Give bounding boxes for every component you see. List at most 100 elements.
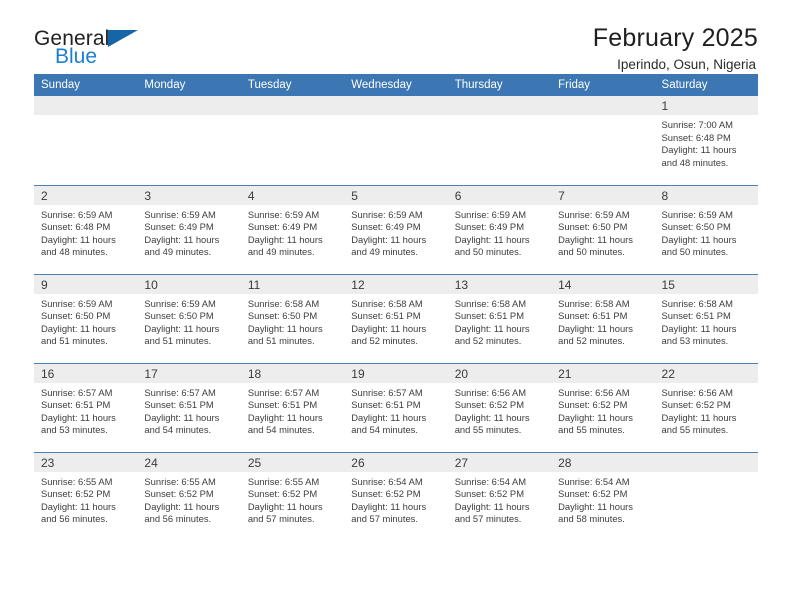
day-number — [447, 96, 552, 115]
calendar-day-cell-empty — [654, 451, 758, 541]
calendar-day-cell[interactable]: 3 Sunrise: 6:59 AM Sunset: 6:49 PM Daylight… — [137, 184, 241, 274]
day-number: 2 — [34, 185, 138, 205]
day-number: 22 — [654, 363, 758, 383]
daylight-duration-line1: Daylight: 11 hours — [558, 500, 633, 512]
day-details: Sunrise: 6:58 AM Sunset: 6:51 PM Daylight:… — [344, 294, 447, 348]
day-details: Sunrise: 6:59 AM Sunset: 6:50 PM Daylight:… — [34, 294, 137, 348]
day-number: 20 — [447, 363, 552, 383]
day-cell-inner — [240, 96, 345, 185]
day-cell-inner: 27 Sunrise: 6:54 AM Sunset: 6:52 PM Dayligh… — [447, 452, 552, 542]
calendar-day-cell-empty — [137, 96, 241, 185]
daylight-duration-line1: Daylight: 11 hours — [454, 322, 530, 334]
calendar-day-cell[interactable]: 15 Sunrise: 6:58 AM Sunset: 6:51 PM Dayligh… — [654, 273, 758, 363]
sunset-time: Sunset: 6:51 PM — [41, 399, 111, 411]
calendar-day-cell[interactable]: 5 Sunrise: 6:59 AM Sunset: 6:49 PM Daylight… — [344, 184, 448, 274]
daylight-duration-line1: Daylight: 11 hours — [144, 411, 220, 423]
day-number — [240, 96, 345, 115]
calendar-day-cell[interactable]: 1 Sunrise: 7:00 AM Sunset: 6:48 PM Daylight… — [654, 96, 758, 185]
calendar-day-cell[interactable]: 21 Sunrise: 6:56 AM Sunset: 6:52 PM Dayligh… — [551, 362, 655, 452]
calendar-day-cell[interactable]: 16 Sunrise: 6:57 AM Sunset: 6:51 PM Dayligh… — [34, 362, 138, 452]
calendar-day-cell[interactable]: 6 Sunrise: 6:59 AM Sunset: 6:49 PM Daylight… — [447, 184, 552, 274]
daylight-duration-line1: Daylight: 11 hours — [41, 500, 116, 512]
day-number: 9 — [34, 274, 138, 294]
weekday-header-row: Sunday Monday Tuesday Wednesday Thursday… — [34, 74, 758, 96]
daylight-duration-line2: and 54 minutes. — [144, 424, 212, 436]
calendar-day-cell-empty — [447, 96, 552, 185]
calendar-day-cell[interactable]: 20 Sunrise: 6:56 AM Sunset: 6:52 PM Dayligh… — [447, 362, 552, 452]
calendar-day-cell[interactable]: 19 Sunrise: 6:57 AM Sunset: 6:51 PM Dayligh… — [344, 362, 448, 452]
day-details: Sunrise: 6:59 AM Sunset: 6:49 PM Daylight:… — [448, 205, 551, 259]
sunrise-time: Sunrise: 7:00 AM — [661, 119, 733, 130]
daylight-duration-line1: Daylight: 11 hours — [247, 322, 323, 334]
day-cell-inner: 4 Sunrise: 6:59 AM Sunset: 6:49 PM Daylight… — [240, 185, 345, 274]
sunset-time: Sunset: 6:50 PM — [558, 221, 628, 233]
sunset-time: Sunset: 6:52 PM — [41, 488, 111, 500]
calendar-day-cell[interactable]: 25 Sunrise: 6:55 AM Sunset: 6:52 PM Dayligh… — [240, 451, 345, 541]
calendar-day-cell[interactable]: 10 Sunrise: 6:59 AM Sunset: 6:50 PM Dayligh… — [137, 273, 241, 363]
day-number: 18 — [240, 363, 345, 383]
calendar-day-cell[interactable]: 9 Sunrise: 6:59 AM Sunset: 6:50 PM Daylight… — [34, 273, 138, 363]
day-details: Sunrise: 7:00 AM Sunset: 6:48 PM Daylight:… — [655, 115, 758, 169]
calendar-day-cell[interactable]: 17 Sunrise: 6:57 AM Sunset: 6:51 PM Dayligh… — [137, 362, 241, 452]
calendar-day-cell[interactable]: 13 Sunrise: 6:58 AM Sunset: 6:51 PM Dayligh… — [447, 273, 552, 363]
calendar-day-cell[interactable]: 26 Sunrise: 6:54 AM Sunset: 6:52 PM Dayligh… — [344, 451, 448, 541]
sunrise-time: Sunrise: 6:58 AM — [558, 297, 630, 309]
day-cell-inner: 23 Sunrise: 6:55 AM Sunset: 6:52 PM Dayligh… — [34, 452, 138, 542]
sunrise-time: Sunrise: 6:59 AM — [144, 297, 216, 309]
sunset-time: Sunset: 6:50 PM — [247, 310, 318, 322]
calendar-day-cell[interactable]: 7 Sunrise: 6:59 AM Sunset: 6:50 PM Daylight… — [551, 184, 655, 274]
weekday-header-thursday: Thursday — [447, 74, 552, 96]
daylight-duration-line2: and 51 minutes. — [247, 335, 315, 347]
daylight-duration-line1: Daylight: 11 hours — [351, 233, 427, 245]
calendar-day-cell[interactable]: 22 Sunrise: 6:56 AM Sunset: 6:52 PM Dayligh… — [654, 362, 758, 452]
calendar-day-cell[interactable]: 27 Sunrise: 6:54 AM Sunset: 6:52 PM Dayligh… — [447, 451, 552, 542]
day-number: 1 — [654, 96, 758, 115]
calendar-day-cell[interactable]: 2 Sunrise: 6:59 AM Sunset: 6:48 PM Daylight… — [34, 184, 138, 274]
daylight-duration-line1: Daylight: 11 hours — [247, 233, 323, 245]
calendar-day-cell[interactable]: 8 Sunrise: 6:59 AM Sunset: 6:50 PM Daylight… — [654, 184, 758, 274]
day-cell-inner: 24 Sunrise: 6:55 AM Sunset: 6:52 PM Dayligh… — [137, 452, 241, 542]
calendar-day-cell[interactable]: 12 Sunrise: 6:58 AM Sunset: 6:51 PM Dayligh… — [344, 273, 448, 363]
sunrise-time: Sunrise: 6:59 AM — [144, 208, 216, 220]
day-number: 12 — [344, 274, 448, 294]
day-number: 13 — [447, 274, 552, 294]
day-number: 6 — [447, 185, 552, 205]
location-subtitle: Iperindo, Osun, Nigeria — [617, 57, 756, 72]
sunrise-time: Sunrise: 6:54 AM — [351, 475, 423, 487]
daylight-duration-line1: Daylight: 11 hours — [661, 411, 737, 423]
day-cell-inner: 22 Sunrise: 6:56 AM Sunset: 6:52 PM Dayligh… — [654, 363, 758, 452]
calendar-day-cell[interactable]: 11 Sunrise: 6:58 AM Sunset: 6:50 PM Dayligh… — [240, 273, 345, 363]
calendar-day-cell[interactable]: 18 Sunrise: 6:57 AM Sunset: 6:51 PM Dayligh… — [240, 362, 345, 452]
day-number: 16 — [34, 363, 138, 383]
day-number: 8 — [654, 185, 758, 205]
day-cell-inner: 2 Sunrise: 6:59 AM Sunset: 6:48 PM Daylight… — [34, 185, 138, 274]
day-number — [137, 96, 241, 115]
sunset-time: Sunset: 6:49 PM — [144, 221, 214, 233]
weekday-header-sunday: Sunday — [34, 74, 138, 96]
general-blue-logo[interactable]: General Blue — [34, 24, 146, 67]
day-cell-inner: 20 Sunrise: 6:56 AM Sunset: 6:52 PM Dayligh… — [447, 363, 552, 452]
sunrise-time: Sunrise: 6:57 AM — [41, 386, 113, 398]
day-details: Sunrise: 6:55 AM Sunset: 6:52 PM Daylight:… — [34, 472, 137, 526]
daylight-duration-line2: and 52 minutes. — [558, 335, 625, 347]
day-cell-inner: 16 Sunrise: 6:57 AM Sunset: 6:51 PM Dayligh… — [34, 363, 138, 452]
sunrise-time: Sunrise: 6:59 AM — [661, 208, 733, 220]
calendar-day-cell[interactable]: 4 Sunrise: 6:59 AM Sunset: 6:49 PM Daylight… — [240, 184, 345, 274]
sunrise-time: Sunrise: 6:59 AM — [41, 297, 113, 309]
calendar-day-cell[interactable]: 14 Sunrise: 6:58 AM Sunset: 6:51 PM Dayligh… — [551, 273, 655, 363]
day-cell-inner: 5 Sunrise: 6:59 AM Sunset: 6:49 PM Daylight… — [344, 185, 448, 274]
day-number: 7 — [551, 185, 655, 205]
sunset-time: Sunset: 6:50 PM — [144, 310, 214, 322]
calendar-day-cell[interactable]: 24 Sunrise: 6:55 AM Sunset: 6:52 PM Dayligh… — [137, 451, 241, 542]
day-number: 3 — [137, 185, 241, 205]
day-cell-inner: 1 Sunrise: 7:00 AM Sunset: 6:48 PM Daylight… — [654, 96, 758, 185]
daylight-duration-line2: and 55 minutes. — [661, 424, 729, 436]
day-cell-inner: 21 Sunrise: 6:56 AM Sunset: 6:52 PM Dayligh… — [551, 363, 655, 452]
sunrise-time: Sunrise: 6:58 AM — [661, 297, 733, 309]
calendar-day-cell[interactable]: 28 Sunrise: 6:54 AM Sunset: 6:52 PM Dayligh… — [551, 451, 655, 541]
sunset-time: Sunset: 6:51 PM — [247, 399, 318, 411]
calendar-day-cell[interactable]: 23 Sunrise: 6:55 AM Sunset: 6:52 PM Dayligh… — [34, 451, 138, 542]
daylight-duration-line2: and 56 minutes. — [41, 513, 108, 525]
calendar-day-cell-empty — [240, 96, 345, 185]
calendar-day-cell-empty — [344, 96, 448, 185]
